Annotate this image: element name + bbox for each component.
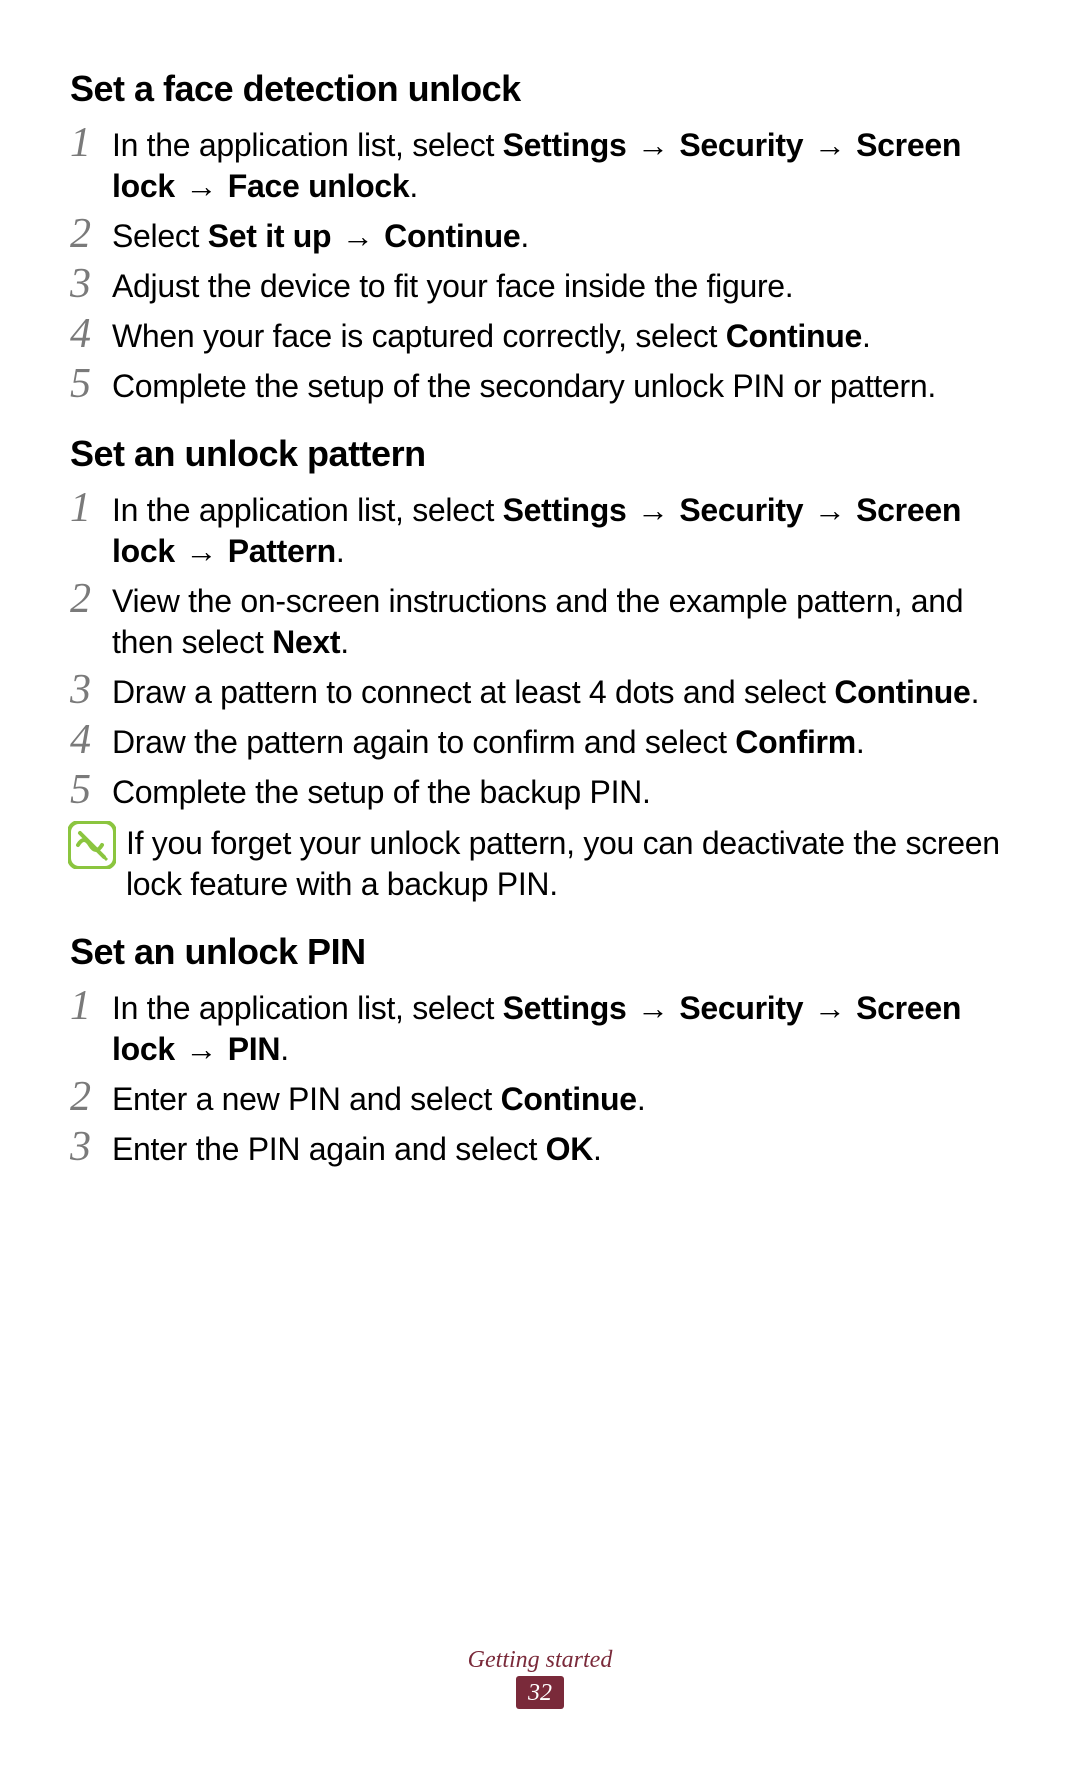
step-a5: 5 Complete the setup of the secondary un… [70,365,1012,407]
note-block: If you forget your unlock pattern, you c… [70,821,1012,905]
step-text: View the on-screen instructions and the … [112,580,1012,663]
step-text: In the application list, select Settings… [112,489,1012,572]
note-icon [68,821,116,869]
step-b2: 2 View the on-screen instructions and th… [70,580,1012,663]
step-a4: 4 When your face is captured correctly, … [70,315,1012,357]
step-text: Complete the setup of the secondary unlo… [112,365,1012,407]
step-number: 1 [70,985,112,1027]
step-b3: 3 Draw a pattern to connect at least 4 d… [70,671,1012,713]
step-number: 5 [70,363,112,405]
heading-face-unlock: Set a face detection unlock [70,68,1012,110]
step-number: 2 [70,213,112,255]
page-number: 32 [516,1676,564,1709]
step-number: 1 [70,487,112,529]
step-b5: 5 Complete the setup of the backup PIN. [70,771,1012,813]
heading-unlock-pin: Set an unlock PIN [70,931,1012,973]
step-number: 2 [70,578,112,620]
step-text: Adjust the device to fit your face insid… [112,265,1012,307]
step-b4: 4 Draw the pattern again to confirm and … [70,721,1012,763]
step-number: 4 [70,719,112,761]
step-number: 4 [70,313,112,355]
manual-page: Set a face detection unlock 1 In the app… [0,0,1080,1170]
step-text: Select Set it up → Continue. [112,215,1012,257]
footer-section-name: Getting started [0,1647,1080,1674]
step-c2: 2 Enter a new PIN and select Continue. [70,1078,1012,1120]
step-number: 3 [70,263,112,305]
step-text: In the application list, select Settings… [112,987,1012,1070]
step-number: 5 [70,769,112,811]
step-number: 3 [70,1126,112,1168]
step-number: 1 [70,122,112,164]
step-text: Draw the pattern again to confirm and se… [112,721,1012,763]
step-a2: 2 Select Set it up → Continue. [70,215,1012,257]
step-a1: 1 In the application list, select Settin… [70,124,1012,207]
step-c1: 1 In the application list, select Settin… [70,987,1012,1070]
step-a3: 3 Adjust the device to fit your face ins… [70,265,1012,307]
step-text: Complete the setup of the backup PIN. [112,771,1012,813]
step-text: Enter a new PIN and select Continue. [112,1078,1012,1120]
step-number: 3 [70,669,112,711]
heading-unlock-pattern: Set an unlock pattern [70,433,1012,475]
step-text: Enter the PIN again and select OK. [112,1128,1012,1170]
step-c3: 3 Enter the PIN again and select OK. [70,1128,1012,1170]
note-text: If you forget your unlock pattern, you c… [126,821,1012,905]
page-footer: Getting started 32 [0,1647,1080,1709]
step-text: Draw a pattern to connect at least 4 dot… [112,671,1012,713]
step-text: In the application list, select Settings… [112,124,1012,207]
step-number: 2 [70,1076,112,1118]
step-text: When your face is captured correctly, se… [112,315,1012,357]
step-b1: 1 In the application list, select Settin… [70,489,1012,572]
